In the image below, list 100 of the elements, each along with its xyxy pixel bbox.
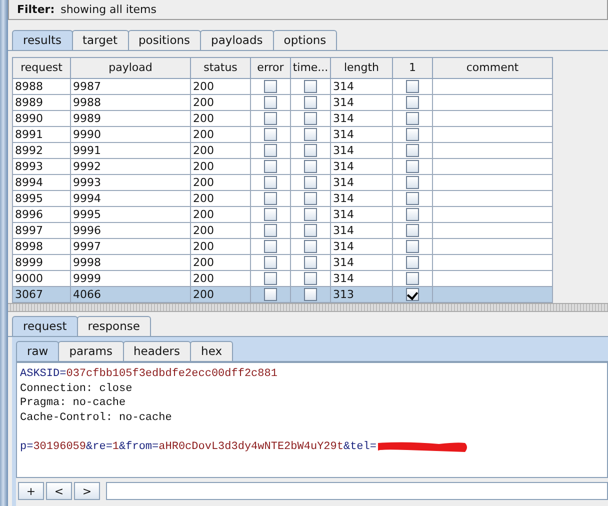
column-header[interactable]: payload [70, 57, 190, 78]
search-nav-button[interactable]: < [46, 482, 72, 500]
checkbox[interactable] [304, 160, 317, 174]
filter-bar[interactable]: Filter: showing all items [8, 0, 608, 20]
tab[interactable]: hex [190, 341, 233, 361]
table-row[interactable]: 9000 9999 200 314 [12, 270, 552, 286]
column-header[interactable]: 1 [392, 57, 432, 78]
table-cell: 8996 [12, 206, 70, 222]
code-line: ASKSID=037cfbb105f3edbdfe2ecc00dff2c881 [20, 368, 278, 380]
table-row[interactable]: 8998 9997 200 314 [12, 238, 552, 254]
checkbox[interactable] [264, 240, 277, 254]
column-header[interactable]: error [250, 57, 290, 78]
checkbox[interactable] [406, 272, 419, 286]
table-row[interactable]: 8994 9993 200 314 [12, 174, 552, 190]
checkbox[interactable] [264, 176, 277, 190]
checkbox[interactable] [406, 112, 419, 126]
checkbox[interactable] [304, 256, 317, 270]
search-field[interactable] [106, 482, 608, 500]
checkbox[interactable] [264, 128, 277, 142]
table-row[interactable]: 8997 9996 200 314 [12, 222, 552, 238]
checkbox[interactable] [304, 208, 317, 222]
table-cell: 314 [330, 78, 392, 94]
checkbox[interactable] [264, 144, 277, 158]
table-cell: 200 [190, 94, 250, 110]
code-line: Connection: close [20, 382, 132, 395]
checkbox[interactable] [264, 192, 277, 206]
checkbox[interactable] [406, 256, 419, 270]
checkbox[interactable] [406, 288, 419, 302]
tab[interactable]: headers [122, 341, 192, 361]
checkbox[interactable] [304, 128, 317, 142]
column-header[interactable]: length [330, 57, 392, 78]
checkbox[interactable] [406, 192, 419, 206]
checkbox[interactable] [406, 176, 419, 190]
checkbox[interactable] [406, 144, 419, 158]
checkbox[interactable] [406, 208, 419, 222]
search-nav-button[interactable]: + [18, 482, 44, 500]
tab[interactable]: response [76, 316, 151, 336]
checkbox[interactable] [406, 80, 419, 94]
column-header[interactable]: comment [432, 57, 552, 78]
checkbox[interactable] [264, 224, 277, 238]
table-cell: 9996 [70, 222, 190, 238]
table-cell: 200 [190, 222, 250, 238]
checkbox[interactable] [304, 240, 317, 254]
table-row[interactable]: 8999 9998 200 314 [12, 254, 552, 270]
tab[interactable]: raw [16, 341, 60, 361]
column-header[interactable]: request [12, 57, 70, 78]
checkbox[interactable] [304, 176, 317, 190]
table-row[interactable]: 8990 9989 200 314 [12, 110, 552, 126]
tab[interactable]: results [12, 30, 73, 50]
table-cell: 314 [330, 126, 392, 142]
table-row[interactable]: 8995 9994 200 314 [12, 190, 552, 206]
search-nav-button[interactable]: > [74, 482, 100, 500]
checkbox[interactable] [406, 160, 419, 174]
checkbox[interactable] [264, 160, 277, 174]
table-cell: 9991 [70, 142, 190, 158]
checkbox[interactable] [406, 224, 419, 238]
table-row[interactable]: 8992 9991 200 314 [12, 142, 552, 158]
checkbox[interactable] [406, 96, 419, 110]
column-header[interactable]: time... [290, 57, 330, 78]
table-cell: 314 [330, 270, 392, 286]
checkbox[interactable] [304, 272, 317, 286]
table-row[interactable]: 3067 4066 200 313 [12, 286, 552, 302]
checkbox[interactable] [304, 288, 317, 302]
checkbox[interactable] [264, 112, 277, 126]
table-cell: 9990 [70, 126, 190, 142]
table-cell: 8998 [12, 238, 70, 254]
table-row[interactable]: 8988 9987 200 314 [12, 78, 552, 94]
checkbox[interactable] [304, 112, 317, 126]
checkbox[interactable] [264, 208, 277, 222]
checkbox[interactable] [264, 288, 277, 302]
column-header[interactable]: status [190, 57, 250, 78]
table-cell: 9987 [70, 78, 190, 94]
tab[interactable]: options [272, 30, 338, 50]
table-cell: 8997 [12, 222, 70, 238]
tab[interactable]: params [58, 341, 124, 361]
table-cell: 4066 [70, 286, 190, 302]
table-cell: 8994 [12, 174, 70, 190]
checkbox[interactable] [264, 272, 277, 286]
checkbox[interactable] [264, 256, 277, 270]
checkbox[interactable] [304, 192, 317, 206]
table-cell: 9999 [70, 270, 190, 286]
checkbox[interactable] [406, 128, 419, 142]
checkbox[interactable] [304, 144, 317, 158]
table-cell: 8993 [12, 158, 70, 174]
table-row[interactable]: 8996 9995 200 314 [12, 206, 552, 222]
checkbox[interactable] [304, 96, 317, 110]
table-cell: 314 [330, 206, 392, 222]
checkbox[interactable] [304, 80, 317, 94]
checkbox[interactable] [406, 240, 419, 254]
checkbox[interactable] [264, 96, 277, 110]
tab[interactable]: request [12, 316, 78, 336]
message-editor[interactable]: ASKSID=037cfbb105f3edbdfe2ecc00dff2c881 Connection: close Pragma: no-cache Cache-Control: no-cache p=30196059&re=1&from=aHR0cDovL3d3dy4wNTE2bW4uY29t&tel= [16, 362, 608, 478]
checkbox[interactable] [264, 80, 277, 94]
checkbox[interactable] [304, 224, 317, 238]
table-cell: 200 [190, 190, 250, 206]
table-row[interactable]: 8989 9988 200 314 [12, 94, 552, 110]
table-row[interactable]: 8993 9992 200 314 [12, 158, 552, 174]
table-row[interactable]: 8991 9990 200 314 [12, 126, 552, 142]
table-cell: 314 [330, 158, 392, 174]
table-cell: 8989 [12, 94, 70, 110]
